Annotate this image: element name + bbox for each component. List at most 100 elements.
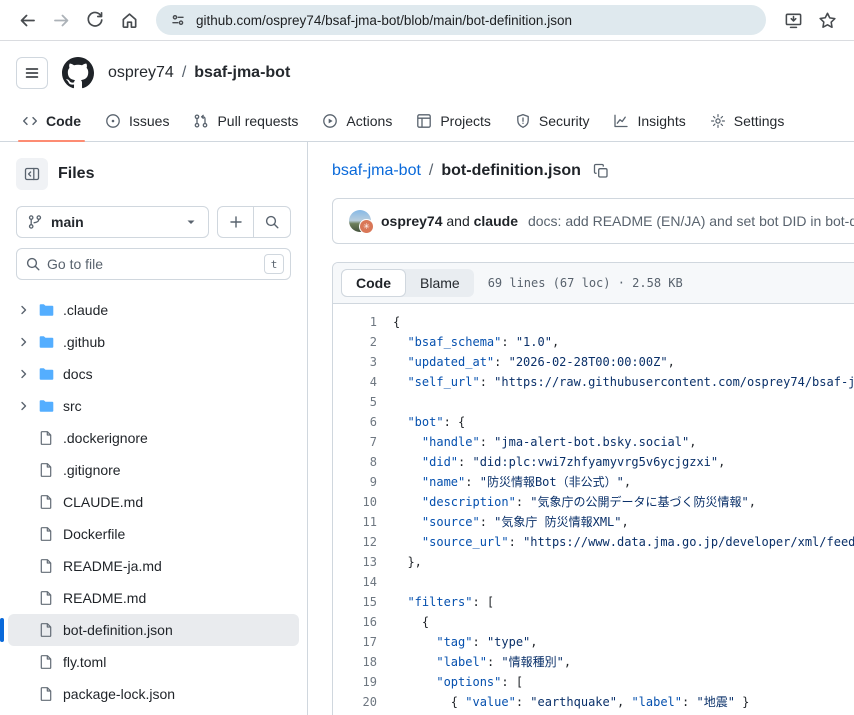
bookmark-star-icon[interactable] xyxy=(812,5,842,35)
line-content: "self_url": "https://raw.githubuserconte… xyxy=(393,372,854,392)
projects-icon xyxy=(416,113,432,129)
line-content: "bsaf_schema": "1.0", xyxy=(393,332,559,352)
line-number[interactable]: 8 xyxy=(333,452,393,472)
line-content: { xyxy=(393,612,429,632)
line-number[interactable]: 18 xyxy=(333,652,393,672)
url-text: github.com/osprey74/bsaf-jma-bot/blob/ma… xyxy=(196,13,572,28)
line-content: "label": "情報種別", xyxy=(393,652,571,672)
reload-icon[interactable] xyxy=(80,5,110,35)
folder-icon xyxy=(38,302,54,318)
line-number[interactable]: 16 xyxy=(333,612,393,632)
tab-security[interactable]: Security xyxy=(505,101,600,141)
line-content: "source_url": "https://www.data.jma.go.j… xyxy=(393,532,854,552)
tree-item-.claude[interactable]: .claude xyxy=(8,294,299,326)
back-icon[interactable] xyxy=(12,5,42,35)
collapse-sidebar-icon[interactable] xyxy=(16,158,48,190)
line-number[interactable]: 19 xyxy=(333,672,393,692)
code-line: 14 xyxy=(333,572,854,592)
tree-item-.dockerignore[interactable]: .dockerignore xyxy=(8,422,299,454)
tab-settings[interactable]: Settings xyxy=(700,101,795,141)
tree-item-fly.toml[interactable]: fly.toml xyxy=(8,646,299,678)
line-number[interactable]: 5 xyxy=(333,392,393,412)
tree-item-README.md[interactable]: README.md xyxy=(8,582,299,614)
chevron-right-icon[interactable] xyxy=(16,398,38,414)
tree-item-Dockerfile[interactable]: Dockerfile xyxy=(8,518,299,550)
line-number[interactable]: 9 xyxy=(333,472,393,492)
line-number[interactable]: 4 xyxy=(333,372,393,392)
line-number[interactable]: 11 xyxy=(333,512,393,532)
code-line: 19 "options": [ xyxy=(333,672,854,692)
tree-item-README-ja.md[interactable]: README-ja.md xyxy=(8,550,299,582)
address-bar[interactable]: github.com/osprey74/bsaf-jma-bot/blob/ma… xyxy=(156,5,766,35)
chevron-right-icon[interactable] xyxy=(16,366,38,382)
line-number[interactable]: 20 xyxy=(333,692,393,712)
chevron-right-icon[interactable] xyxy=(16,334,38,350)
commit-message[interactable]: docs: add README (EN/JA) and set bot DID… xyxy=(528,213,854,229)
tab-blame[interactable]: Blame xyxy=(406,270,474,296)
tree-item-.github[interactable]: .github xyxy=(8,326,299,358)
tab-actions[interactable]: Actions xyxy=(312,101,402,141)
code-line: 15 "filters": [ xyxy=(333,592,854,612)
latest-commit-bar[interactable]: osprey74 and claude docs: add README (EN… xyxy=(332,198,854,244)
tree-item-label: package-lock.json xyxy=(63,686,175,702)
line-number[interactable]: 14 xyxy=(333,572,393,592)
code-line: 18 "label": "情報種別", xyxy=(333,652,854,672)
pr-icon xyxy=(193,113,209,129)
site-info-icon[interactable] xyxy=(170,12,186,28)
tree-item-src[interactable]: src xyxy=(8,390,299,422)
code-line: 2 "bsaf_schema": "1.0", xyxy=(333,332,854,352)
tree-item-package-lock.json[interactable]: package-lock.json xyxy=(8,678,299,710)
line-number[interactable]: 1 xyxy=(333,312,393,332)
line-number[interactable]: 6 xyxy=(333,412,393,432)
line-number[interactable]: 13 xyxy=(333,552,393,572)
tree-item-label: Dockerfile xyxy=(63,526,125,542)
tree-item-bot-definition.json[interactable]: bot-definition.json xyxy=(8,614,299,646)
tab-code[interactable]: Code xyxy=(12,101,91,141)
tab-insights[interactable]: Insights xyxy=(603,101,695,141)
commit-coauthor[interactable]: claude xyxy=(474,213,518,229)
tree-item-.gitignore[interactable]: .gitignore xyxy=(8,454,299,486)
commit-author[interactable]: osprey74 xyxy=(381,213,442,229)
copy-path-icon[interactable] xyxy=(593,163,609,179)
home-icon[interactable] xyxy=(114,5,144,35)
github-logo-icon[interactable] xyxy=(62,57,94,89)
line-number[interactable]: 2 xyxy=(333,332,393,352)
menu-icon[interactable] xyxy=(16,57,48,89)
tree-item-CLAUDE.md[interactable]: CLAUDE.md xyxy=(8,486,299,518)
install-icon[interactable] xyxy=(778,5,808,35)
code-line: 5 xyxy=(333,392,854,412)
line-content: { xyxy=(393,312,400,332)
line-number[interactable]: 7 xyxy=(333,432,393,452)
line-number[interactable]: 3 xyxy=(333,352,393,372)
line-number[interactable]: 12 xyxy=(333,532,393,552)
tab-code[interactable]: Code xyxy=(341,269,406,297)
line-content: "bot": { xyxy=(393,412,465,432)
tree-item-docs[interactable]: docs xyxy=(8,358,299,390)
tab-pull-requests[interactable]: Pull requests xyxy=(183,101,308,141)
repo-name-link[interactable]: bsaf-jma-bot xyxy=(194,64,290,82)
line-content: "options": [ xyxy=(393,672,523,692)
forward-icon[interactable] xyxy=(46,5,76,35)
commit-conjunction: and xyxy=(446,213,469,229)
branch-selector[interactable]: main xyxy=(16,206,209,238)
chevron-right-icon[interactable] xyxy=(16,302,38,318)
search-files-button[interactable] xyxy=(254,206,291,238)
folder-icon xyxy=(38,334,54,350)
tree-item-label: CLAUDE.md xyxy=(63,494,143,510)
new-file-button[interactable] xyxy=(217,206,254,238)
tab-issues[interactable]: Issues xyxy=(95,101,179,141)
file-icon xyxy=(38,590,54,606)
file-content-card: Code Blame 69 lines (67 loc) · 2.58 KB 1… xyxy=(332,262,854,715)
line-number[interactable]: 15 xyxy=(333,592,393,612)
avatar[interactable] xyxy=(349,210,371,232)
file-breadcrumb: bsaf-jma-bot / bot-definition.json xyxy=(332,162,854,180)
tab-label: Security xyxy=(539,113,590,129)
line-number[interactable]: 10 xyxy=(333,492,393,512)
line-number[interactable]: 17 xyxy=(333,632,393,652)
tree-item-label: .claude xyxy=(63,302,108,318)
goto-file-input[interactable] xyxy=(16,248,291,280)
breadcrumb-repo-link[interactable]: bsaf-jma-bot xyxy=(332,162,421,180)
repo-owner-link[interactable]: osprey74 xyxy=(108,64,174,82)
line-content: }, xyxy=(393,552,422,572)
tab-projects[interactable]: Projects xyxy=(406,101,501,141)
